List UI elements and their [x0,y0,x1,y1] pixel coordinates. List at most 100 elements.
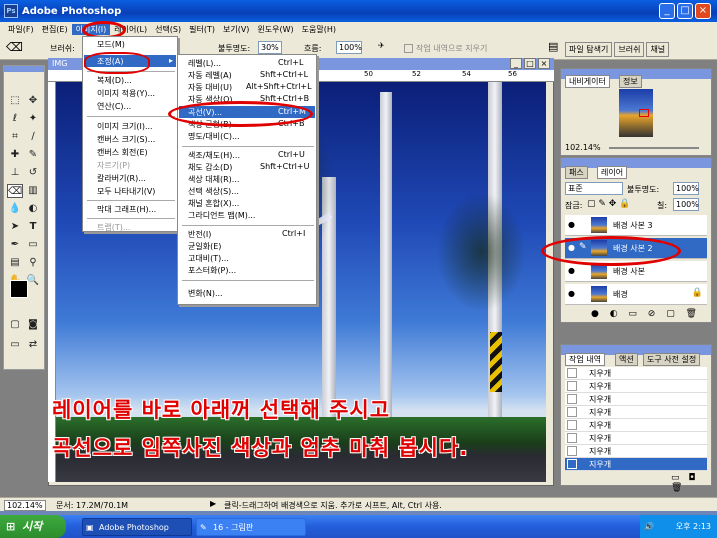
menu-item-hue-saturation[interactable]: 색조/채도(H)... [188,150,240,161]
visibility-eye-icon[interactable]: ● [568,289,575,298]
status-zoom[interactable]: 102.14% [4,500,46,511]
layer-row[interactable]: ● 배경 사본 3 [565,215,707,236]
menu-item-levels[interactable]: 레벨(L)... [188,58,221,69]
navigator-zoom-slider[interactable] [609,147,699,149]
fill-field[interactable]: 100% [673,198,699,211]
lasso-tool-icon[interactable]: ℓ [7,112,23,126]
menu-item-crop[interactable]: 자르기(P) [97,160,130,171]
palette-well-icon[interactable]: ▤ [548,40,558,53]
slice-tool-icon[interactable]: ∕ [25,130,41,144]
tab-history[interactable]: 작업 내역 [565,353,605,366]
menu-view[interactable]: 보기(V) [219,24,253,35]
menu-edit[interactable]: 편집(E) [38,24,72,35]
airbrush-icon[interactable]: ✈ [378,41,385,50]
eyedropper-icon[interactable]: ⚲ [25,256,41,270]
menu-item-variations[interactable]: 변화(N)... [188,288,223,299]
screen-mode-icon[interactable]: ▭ [7,338,23,352]
menu-filter[interactable]: 필터(T) [185,24,219,35]
healing-brush-icon[interactable]: ✚ [7,148,23,162]
history-item[interactable]: 지우개 [565,393,707,406]
menu-item-desaturate[interactable]: 채도 감소(D) [188,162,232,173]
tab-file-browser[interactable]: 파일 탐색기 [565,42,613,57]
quickmask-mode-icon[interactable]: ◙ [25,318,41,332]
doc-minimize-button[interactable]: _ [510,58,522,69]
menu-item-apply-image[interactable]: 이미지 적용(Y)... [97,88,155,99]
menu-item-channel-mixer[interactable]: 채널 혼합(X)... [188,198,239,209]
brush-tool-icon[interactable]: ✎ [25,148,41,162]
layer-bottom-toolbar[interactable]: ● ◐ ▭ ⊘ ▢ 🗑 [591,309,701,319]
menu-item-selective-color[interactable]: 선택 색상(S)... [188,186,239,197]
taskbar-paint[interactable]: ✎ 16 - 그림판 [196,518,306,536]
shape-tool-icon[interactable]: ▭ [25,238,41,252]
menu-select[interactable]: 선택(S) [151,24,185,35]
menu-item-image-size[interactable]: 이미지 크기(I)... [97,121,153,132]
flow-field[interactable]: 100% [336,41,362,54]
menu-item-canvas-size[interactable]: 캔버스 크기(S)... [97,134,155,145]
foreground-color-swatch[interactable] [10,280,28,298]
lock-icons[interactable]: ▢ ✎ ✥ 🔒 [587,199,630,209]
menu-file[interactable]: 파일(F) [4,24,38,35]
menu-item-trim[interactable]: 칼라버기(R)... [97,173,146,184]
visibility-eye-icon[interactable]: ● [568,220,575,229]
menu-item-invert[interactable]: 반전(I) [188,229,211,240]
menu-item-equalize[interactable]: 균일화(E) [188,241,221,252]
type-tool-icon[interactable]: T [25,220,41,234]
layer-opacity-field[interactable]: 100% [673,182,699,195]
history-item[interactable]: 지우개 [565,367,707,380]
menu-item-auto-levels[interactable]: 자동 레벨(A) [188,70,232,81]
magic-wand-tool-icon[interactable]: ✦ [25,112,41,126]
taskbar-photoshop[interactable]: ▣ Adobe Photoshop [82,518,192,536]
menu-item-posterize[interactable]: 포스터화(P)... [188,265,236,276]
menu-item-auto-contrast[interactable]: 자동 대비(U) [188,82,232,93]
menu-item-brightness-contrast[interactable]: 명도/대비(C)... [188,131,240,142]
tab-channels[interactable]: 채널 [646,42,670,57]
tab-tool-presets[interactable]: 도구 사전 설정 [643,353,701,366]
layer-row[interactable]: ● 배경 🔒 [565,284,707,305]
start-button[interactable]: ⊞ 시작 [0,515,66,538]
move-tool-icon[interactable]: ✥ [25,94,41,108]
history-item[interactable]: 지우개 [565,406,707,419]
menu-item-rotate-canvas[interactable]: 캔버스 회전(E) [97,147,148,158]
close-button[interactable]: × [695,3,711,19]
menu-item-duplicate[interactable]: 복제(D)... [97,75,132,86]
tab-layers[interactable]: 레이어 [597,166,628,179]
clone-stamp-icon[interactable]: ⊥ [7,166,23,180]
marquee-tool-icon[interactable]: ⬚ [7,94,23,108]
path-select-icon[interactable]: ➤ [7,220,23,234]
tab-paths[interactable]: 패스 [565,166,588,179]
menu-item-histogram[interactable]: 막대 그래프(H)... [97,204,156,215]
menu-help[interactable]: 도움말(H) [298,24,340,35]
history-toolbar[interactable]: ▭ ◘ 🗑 [671,473,711,493]
blend-mode-select[interactable]: 표준 [565,182,623,195]
status-arrow-icon[interactable]: ▶ [210,499,216,508]
navigator-zoom[interactable]: 102.14% [565,143,601,152]
dodge-tool-icon[interactable]: ◐ [25,202,41,216]
menu-item-replace-color[interactable]: 색상 대체(R)... [188,174,239,185]
menu-item-trap[interactable]: 트랩(T)... [97,222,130,233]
erase-history-checkbox[interactable] [404,44,413,53]
visibility-eye-icon[interactable]: ● [568,266,575,275]
menu-item-reveal-all[interactable]: 모두 나타내기(V) [97,186,155,197]
crop-tool-icon[interactable]: ⌗ [7,130,23,144]
menu-item-calculations[interactable]: 연산(C)... [97,101,131,112]
tab-actions[interactable]: 액션 [615,353,638,366]
tab-navigator[interactable]: 내비게이터 [565,75,610,88]
menu-item-threshold[interactable]: 고대비(T)... [188,253,229,264]
standard-mode-icon[interactable]: ▢ [7,318,23,332]
history-brush-icon[interactable]: ↺ [25,166,41,180]
navigator-view-box[interactable] [639,109,649,117]
doc-maximize-button[interactable]: □ [524,58,536,69]
history-item[interactable]: 지우개 [565,380,707,393]
menu-window[interactable]: 윈도우(W) [253,24,297,35]
opacity-field[interactable]: 30% [258,41,282,54]
notes-tool-icon[interactable]: ▤ [7,256,23,270]
menu-item-gradient-map[interactable]: 그라디언트 맵(M)... [188,210,255,221]
pen-tool-icon[interactable]: ✒ [7,238,23,252]
maximize-button[interactable]: □ [677,3,693,19]
tab-info[interactable]: 정보 [619,75,642,88]
minimize-button[interactable]: _ [659,3,675,19]
blur-tool-icon[interactable]: 💧 [7,202,23,216]
menu-item-mode[interactable]: 모드(M) [97,39,125,50]
history-item-selected[interactable]: 지우개 [565,458,707,471]
gradient-tool-icon[interactable]: ▥ [25,184,41,198]
